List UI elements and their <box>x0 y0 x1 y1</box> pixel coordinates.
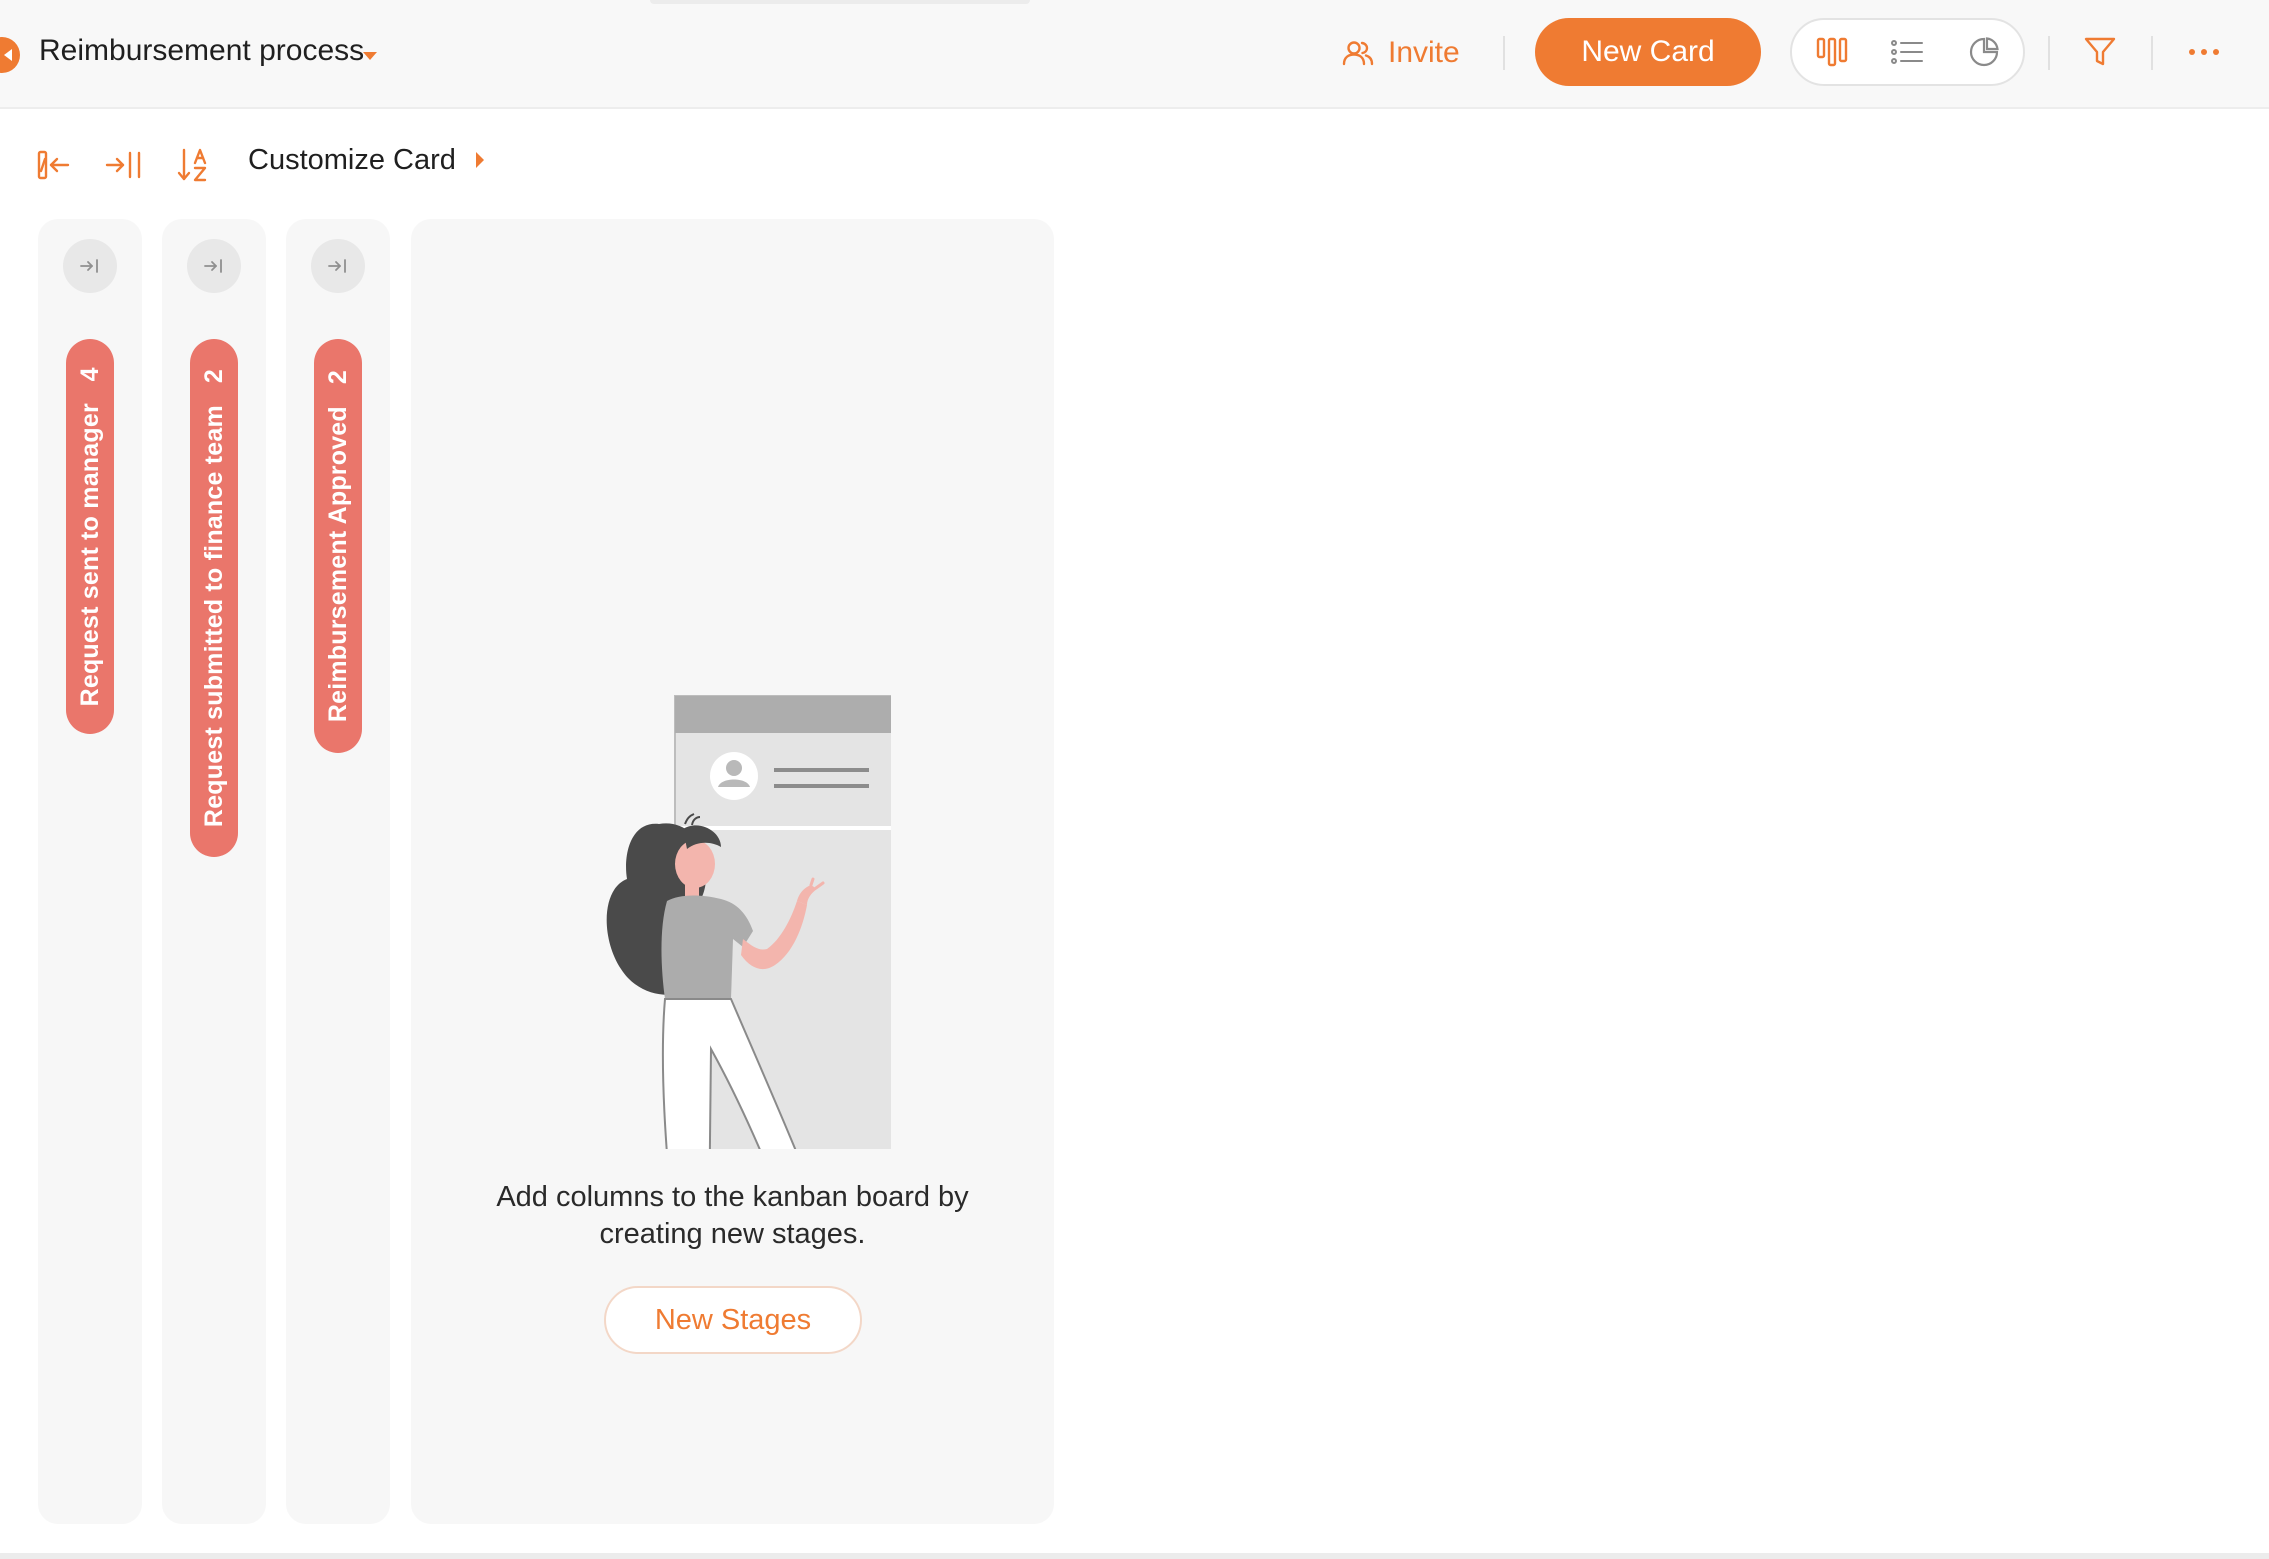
stage-name: Request submitted to finance team <box>199 405 228 828</box>
expand-column-button[interactable] <box>187 239 241 293</box>
stage-count: 2 <box>323 369 352 385</box>
empty-state-illustration <box>606 695 891 1149</box>
customize-card-button[interactable]: Customize Card <box>248 144 456 177</box>
top-bar: Reimbursement process Invite New Card <box>0 0 2269 109</box>
expand-column-icon <box>204 259 222 273</box>
top-accent-line <box>650 0 1030 4</box>
filter-button[interactable] <box>2082 34 2118 70</box>
sort-az-icon <box>177 148 207 182</box>
board-title[interactable]: Reimbursement process <box>39 34 364 68</box>
expand-columns-icon <box>105 151 141 179</box>
new-card-button[interactable]: New Card <box>1535 18 1761 86</box>
caret-down-icon[interactable] <box>362 51 378 61</box>
empty-state-line-1: Add columns to the kanban board by <box>496 1181 969 1213</box>
bottom-scroll-track <box>0 1553 2269 1559</box>
kanban-view-icon <box>1816 37 1848 67</box>
expand-column-button[interactable] <box>311 239 365 293</box>
back-icon <box>4 49 12 61</box>
more-icon <box>2189 49 2219 55</box>
invite-label: Invite <box>1388 36 1460 69</box>
stage-count: 4 <box>75 366 104 381</box>
expand-column-icon <box>328 259 346 273</box>
expand-column-button[interactable] <box>63 239 117 293</box>
divider <box>1503 36 1505 70</box>
stage-name: Reimbursement Approved <box>323 406 352 723</box>
empty-state-message: Add columns to the kanban board by creat… <box>411 1179 1054 1253</box>
stage-count: 2 <box>199 368 228 384</box>
back-button[interactable] <box>0 37 20 73</box>
stage-label[interactable]: Request sent to manager 4 <box>66 339 114 734</box>
stage-label[interactable]: Request submitted to finance team 2 <box>190 339 238 857</box>
stage-column: Request sent to manager 4 <box>38 219 142 1524</box>
chart-view-button[interactable] <box>1966 34 2002 70</box>
stage-name: Request sent to manager <box>75 402 104 707</box>
collapse-columns-button[interactable] <box>34 145 74 185</box>
expand-columns-button[interactable] <box>104 145 144 185</box>
invite-users-icon <box>1342 41 1374 66</box>
stage-column: Request submitted to finance team 2 <box>162 219 266 1524</box>
chart-view-icon <box>1969 37 1999 67</box>
view-switcher <box>1790 18 2025 86</box>
empty-state-panel: Add columns to the kanban board by creat… <box>411 219 1054 1524</box>
filter-icon <box>2084 37 2116 66</box>
stage-column: Reimbursement Approved 2 <box>286 219 390 1524</box>
invite-button[interactable]: Invite <box>1342 30 1460 76</box>
more-button[interactable] <box>2186 36 2222 68</box>
divider <box>2048 36 2050 70</box>
list-view-icon <box>1891 40 1923 64</box>
empty-state-line-2: creating new stages. <box>599 1218 866 1250</box>
expand-column-icon <box>80 259 98 273</box>
sort-button[interactable] <box>174 145 214 185</box>
collapse-columns-icon <box>37 150 70 180</box>
list-view-button[interactable] <box>1889 34 1925 70</box>
stage-label[interactable]: Reimbursement Approved 2 <box>314 339 362 753</box>
kanban-view-button[interactable] <box>1814 34 1850 70</box>
new-stages-button[interactable]: New Stages <box>604 1286 862 1354</box>
divider <box>2151 36 2153 70</box>
caret-right-icon[interactable] <box>475 151 485 169</box>
